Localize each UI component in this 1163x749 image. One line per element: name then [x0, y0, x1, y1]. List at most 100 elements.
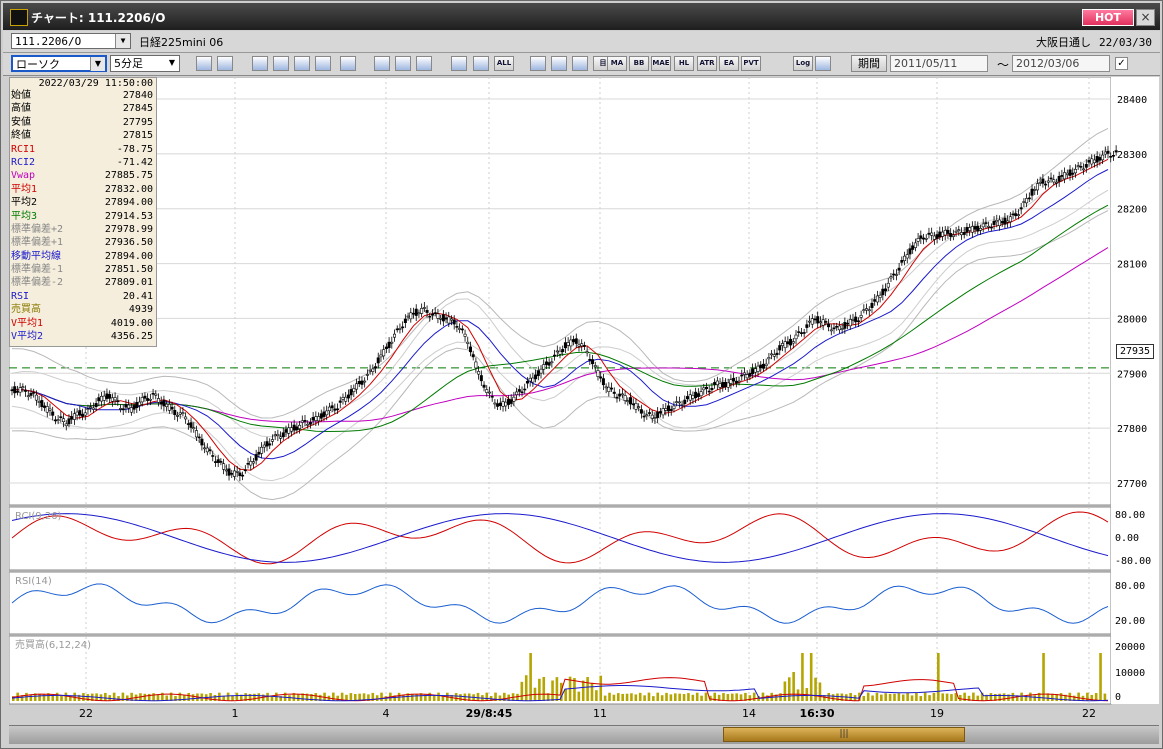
candles-icon[interactable]: [315, 56, 331, 71]
box1-icon[interactable]: [451, 56, 467, 71]
volume-bar: [687, 693, 690, 701]
volume-bar: [104, 692, 107, 701]
candle-body: [742, 372, 746, 375]
interval-select[interactable]: 5分足 ▼: [110, 55, 180, 72]
volume-bar: [638, 692, 642, 701]
price-tick-label: 28100: [1117, 260, 1147, 271]
info-label: V平均1: [11, 317, 44, 329]
candle-body: [577, 344, 581, 347]
candle-body: [1006, 220, 1010, 223]
ma-icon[interactable]: MA: [607, 56, 627, 71]
symbol-select[interactable]: 111.2206/O ▼: [11, 33, 131, 49]
candle-body: [639, 409, 643, 414]
candle-body: [751, 368, 755, 375]
drawing-icon[interactable]: [374, 56, 390, 71]
horizontal-scrollbar[interactable]: |||: [9, 725, 1159, 744]
info-value: -71.42: [116, 156, 153, 168]
candle-body: [566, 342, 570, 346]
price-tick-label: 27800: [1117, 424, 1147, 435]
candle-body: [1060, 175, 1064, 177]
candle-body: [623, 395, 627, 401]
pvt-icon[interactable]: PVT: [741, 56, 761, 71]
volume-bar: [29, 694, 33, 701]
ea-icon[interactable]: EA: [719, 56, 739, 71]
grid-icon[interactable]: [294, 56, 310, 71]
candle-body: [398, 328, 402, 330]
candle-body: [976, 225, 980, 232]
period-checkbox[interactable]: ✓: [1115, 57, 1128, 70]
volume-bar: [257, 693, 261, 701]
period-button[interactable]: 期間: [851, 55, 887, 72]
candle-body: [1106, 150, 1110, 154]
candle-body: [688, 394, 692, 401]
candle-body: [387, 341, 391, 348]
chevron-down-icon[interactable]: ▼: [90, 57, 105, 71]
info-icon[interactable]: [340, 56, 356, 71]
candle-body: [661, 408, 665, 416]
close-icon[interactable]: ×: [1136, 9, 1155, 26]
log-icon[interactable]: Log: [793, 56, 813, 71]
wrench-icon[interactable]: [551, 56, 567, 71]
candle-body: [1054, 181, 1058, 184]
volume-bar: [375, 695, 379, 701]
candle-body: [425, 310, 429, 313]
candle-body: [927, 232, 931, 235]
export-icon[interactable]: [815, 56, 831, 71]
candle-body: [886, 282, 890, 288]
candle-body: [903, 255, 907, 261]
price-panel: [9, 77, 1112, 506]
candle-body: [363, 380, 367, 383]
box2-icon[interactable]: [473, 56, 489, 71]
all-icon[interactable]: ALL: [494, 56, 514, 71]
arrow-icon[interactable]: [395, 56, 411, 71]
date-range-separator: ～: [997, 58, 1010, 72]
candle-body: [401, 326, 405, 329]
compare-icon[interactable]: [252, 56, 268, 71]
candle-body: [51, 411, 55, 416]
candle-body: [664, 408, 668, 411]
panel-tick-label: 80.00: [1115, 581, 1145, 592]
price-tick-label: 27700: [1117, 479, 1147, 490]
atr-icon[interactable]: ATR: [697, 56, 717, 71]
chevron-down-icon[interactable]: ▼: [165, 56, 179, 70]
undo-icon[interactable]: [416, 56, 432, 71]
candle-body: [615, 396, 619, 399]
volume-bar: [152, 693, 155, 701]
panel-tick-label: 0.00: [1115, 533, 1139, 544]
volume-bar: [235, 692, 239, 701]
candle-body: [268, 443, 272, 446]
candle-body: [810, 318, 814, 325]
candle-body: [881, 288, 885, 296]
color-icon[interactable]: [572, 56, 588, 71]
zoom-icon[interactable]: [273, 56, 289, 71]
from-date-field[interactable]: 2011/05/11: [890, 55, 988, 72]
candle-body: [753, 368, 757, 373]
volume-bar: [827, 692, 831, 701]
to-date-field[interactable]: 2012/03/06: [1012, 55, 1110, 72]
to-date-value: 2012/03/06: [1016, 57, 1080, 70]
bb-icon[interactable]: BB: [629, 56, 649, 71]
mae-icon[interactable]: MAE: [651, 56, 671, 71]
search-icon[interactable]: [196, 56, 212, 71]
candle-body: [230, 473, 234, 475]
scrollbar-thumb[interactable]: |||: [723, 727, 965, 742]
candle-body: [680, 404, 684, 406]
candle-body: [257, 451, 261, 455]
hl-icon[interactable]: HL: [674, 56, 694, 71]
candle-body: [767, 357, 771, 360]
price-chart[interactable]: 28400 28300 28200 28100 28000 27900 27800 27700…: [9, 77, 1159, 731]
crosshair-icon[interactable]: [217, 56, 233, 71]
chart-type-select[interactable]: ローソク ▼: [11, 55, 107, 72]
candle-body: [393, 333, 397, 338]
candle-body: [968, 227, 972, 231]
symbol-name: 日経225mini 06: [139, 36, 224, 49]
volume-bar: [735, 693, 738, 701]
title-bar[interactable]: チャート: 111.2206/O HOT ×: [3, 3, 1160, 30]
info-panel: 2022/03/29 11:50:00 始値 27840 高値 27845 安値 2779…: [9, 77, 157, 347]
bold-icon[interactable]: [530, 56, 546, 71]
info-value: 27845: [122, 103, 153, 115]
chevron-down-icon[interactable]: ▼: [115, 34, 130, 48]
candle-body: [794, 334, 798, 340]
hot-button[interactable]: HOT: [1082, 9, 1134, 26]
volume-bar: [730, 693, 734, 701]
